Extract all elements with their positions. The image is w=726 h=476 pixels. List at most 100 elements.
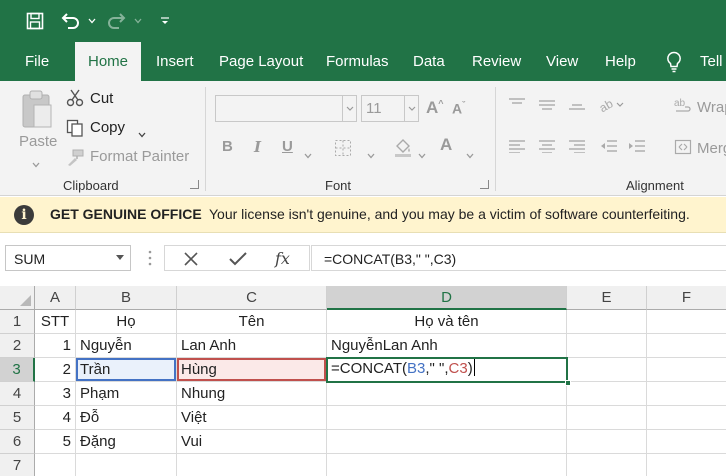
cell-b5[interactable]: Đỗ [76,406,177,430]
row-header-3[interactable]: 3 [0,358,35,382]
cell-f5[interactable] [647,406,726,430]
row-header-7[interactable]: 7 [0,454,35,476]
name-box-dropdown-icon[interactable] [116,255,124,260]
cell-d5[interactable] [327,406,567,430]
wrap-text-icon[interactable]: ab [674,97,694,120]
cell-a7[interactable] [35,454,76,476]
cell-d4[interactable] [327,382,567,406]
cell-a1[interactable]: STT [35,310,76,334]
decrease-indent-icon[interactable] [600,139,618,158]
bottom-align-icon[interactable] [568,97,586,116]
cell-b7[interactable] [76,454,177,476]
save-icon[interactable] [22,8,48,34]
cell-d2[interactable]: NguyễnLan Anh [327,334,567,358]
cell-b6[interactable]: Đặng [76,430,177,454]
cell-d1[interactable]: Họ và tên [327,310,567,334]
cell-e5[interactable] [567,406,647,430]
active-cell-d3[interactable]: =CONCAT(B3," ",C3) [326,357,571,386]
cell-d6[interactable] [327,430,567,454]
tab-data[interactable]: Data [413,42,445,81]
cell-a5[interactable]: 4 [35,406,76,430]
tab-page-layout[interactable]: Page Layout [219,42,303,81]
font-size-select[interactable]: 11 [361,95,419,122]
font-color-icon[interactable]: A [440,135,452,155]
insert-function-icon[interactable]: fx [275,249,290,268]
copy-icon[interactable] [66,119,84,142]
tab-formulas[interactable]: Formulas [326,42,389,81]
decrease-font-size-icon[interactable]: Aˇ [452,100,465,117]
cell-e1[interactable] [567,310,647,334]
redo-dropdown-icon[interactable] [132,8,144,34]
increase-font-size-icon[interactable]: A^ [426,98,444,118]
fill-color-icon[interactable] [393,137,413,162]
top-align-icon[interactable] [508,97,526,116]
name-box[interactable]: SUM [5,245,131,271]
cut-button[interactable]: Cut [90,90,113,107]
cell-f7[interactable] [647,454,726,476]
cell-c7[interactable] [177,454,327,476]
row-header-1[interactable]: 1 [0,310,35,334]
cell-e4[interactable] [567,382,647,406]
column-header-e[interactable]: E [567,286,647,310]
cell-e3[interactable] [567,358,647,382]
cell-f3[interactable] [647,358,726,382]
align-center-icon[interactable] [538,139,556,158]
cell-f2[interactable] [647,334,726,358]
cancel-icon[interactable] [183,251,199,272]
cell-c3[interactable]: Hùng [177,358,327,382]
borders-icon[interactable] [334,139,352,162]
row-header-4[interactable]: 4 [0,382,35,406]
cell-f1[interactable] [647,310,726,334]
font-color-dropdown-icon[interactable] [466,146,474,164]
cell-b3[interactable]: Trần [76,358,177,382]
column-header-c[interactable]: C [177,286,327,310]
font-name-select[interactable] [215,95,357,122]
clipboard-launcher-icon[interactable] [190,180,199,189]
cell-c1[interactable]: Tên [177,310,327,334]
customize-toolbar-icon[interactable] [158,8,172,34]
cell-c2[interactable]: Lan Anh [177,334,327,358]
increase-indent-icon[interactable] [628,139,646,158]
cell-f6[interactable] [647,430,726,454]
cell-f4[interactable] [647,382,726,406]
redo-icon[interactable] [104,8,130,34]
cell-b1[interactable]: Họ [76,310,177,334]
column-header-f[interactable]: F [647,286,726,310]
cell-c5[interactable]: Việt [177,406,327,430]
column-header-b[interactable]: B [76,286,177,310]
cell-e6[interactable] [567,430,647,454]
formula-input[interactable]: =CONCAT(B3," ",C3) [311,245,726,271]
tell-me-search[interactable]: Tell [700,42,723,81]
italic-icon[interactable]: I [254,138,261,156]
cell-c6[interactable]: Vui [177,430,327,454]
bold-icon[interactable]: B [222,138,233,155]
align-left-icon[interactable] [508,139,526,158]
wrap-text-button[interactable]: Wrap [697,99,726,116]
cell-a2[interactable]: 1 [35,334,76,358]
merge-center-icon[interactable] [674,139,692,160]
undo-icon[interactable] [57,8,83,34]
scissors-icon[interactable] [66,89,84,112]
format-painter-button[interactable]: Format Painter [90,148,189,165]
tab-insert[interactable]: Insert [156,42,194,81]
select-all-corner[interactable] [0,286,35,310]
underline-dropdown-icon[interactable] [304,146,312,164]
underline-icon[interactable]: U [282,138,293,155]
paste-icon[interactable] [20,89,54,136]
merge-center-button[interactable]: Merg [697,140,726,157]
fill-color-dropdown-icon[interactable] [418,146,426,164]
format-painter-icon[interactable] [66,148,84,171]
cell-a3[interactable]: 2 [35,358,76,382]
cell-b2[interactable]: Nguyễn [76,334,177,358]
font-launcher-icon[interactable] [480,180,489,189]
cell-e7[interactable] [567,454,647,476]
copy-button[interactable]: Copy [90,119,125,136]
row-header-5[interactable]: 5 [0,406,35,430]
tab-file[interactable]: File [25,42,49,81]
tab-review[interactable]: Review [472,42,521,81]
borders-dropdown-icon[interactable] [367,146,375,164]
undo-dropdown-icon[interactable] [86,8,98,34]
middle-align-icon[interactable] [538,97,556,116]
column-header-a[interactable]: A [35,286,76,310]
cell-b4[interactable]: Phạm [76,382,177,406]
